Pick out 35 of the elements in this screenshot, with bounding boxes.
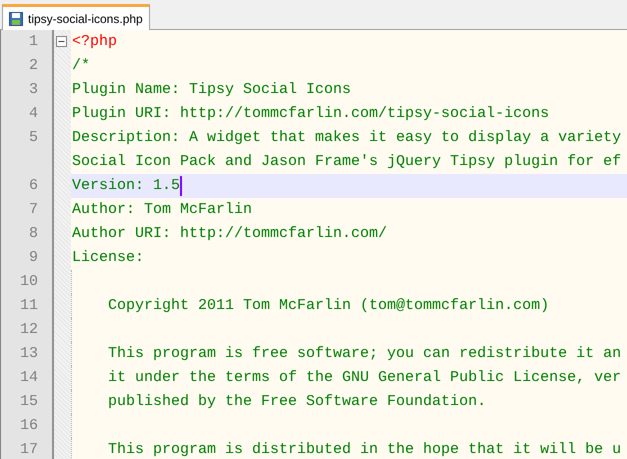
- file-tab[interactable]: tipsy-social-icons.php: [2, 4, 150, 30]
- line-number: 1: [28, 33, 38, 50]
- line-number: 4: [28, 105, 38, 122]
- line-number: 9: [28, 249, 38, 266]
- line-number: 10: [20, 273, 38, 290]
- code-line: Plugin Name: Tipsy Social Icons: [72, 80, 352, 100]
- code-line: This program is distributed in the hope that it will be u: [107, 440, 622, 459]
- line-number: 15: [20, 393, 38, 410]
- code-line: published by the Free Software Foundation.: [107, 392, 486, 412]
- line-number: 17: [20, 441, 38, 458]
- code-line: /*: [72, 56, 90, 76]
- line-number: 16: [20, 417, 38, 434]
- code-line: Plugin URI: http://tommcfarlin.com/tipsy-social-icons: [72, 104, 550, 124]
- line-number: 14: [20, 369, 38, 386]
- code-line: Version: 1.5: [72, 176, 180, 196]
- code-line: <?php: [72, 32, 118, 52]
- line-number: 5: [28, 129, 38, 146]
- collapse-icon[interactable]: [56, 36, 67, 47]
- line-number: 2: [28, 57, 38, 74]
- code-line: This program is free software; you can redistribute it an: [107, 344, 622, 364]
- code-line: Social Icon Pack and Jason Frame's jQuery Tipsy plugin for ef: [72, 152, 622, 172]
- line-number: 13: [20, 345, 38, 362]
- line-number: 12: [20, 321, 38, 338]
- code-line: Copyright 2011 Tom McFarlin (tom@tommcfarlin.com): [107, 296, 550, 316]
- line-number: 6: [28, 177, 38, 194]
- text-cursor: [180, 176, 182, 196]
- line-number: 11: [20, 297, 38, 314]
- code-line: it under the terms of the GNU General Public License, ver: [107, 368, 622, 388]
- code-line: License:: [72, 248, 144, 268]
- line-number: 3: [28, 81, 38, 98]
- code-line: Author: Tom McFarlin: [72, 200, 252, 220]
- line-number: 7: [28, 201, 38, 218]
- code-line: Description: A widget that makes it easy to display a variety: [72, 128, 622, 148]
- code-line: Author URI: http://tommcfarlin.com/: [72, 224, 388, 244]
- line-number: 8: [28, 225, 38, 242]
